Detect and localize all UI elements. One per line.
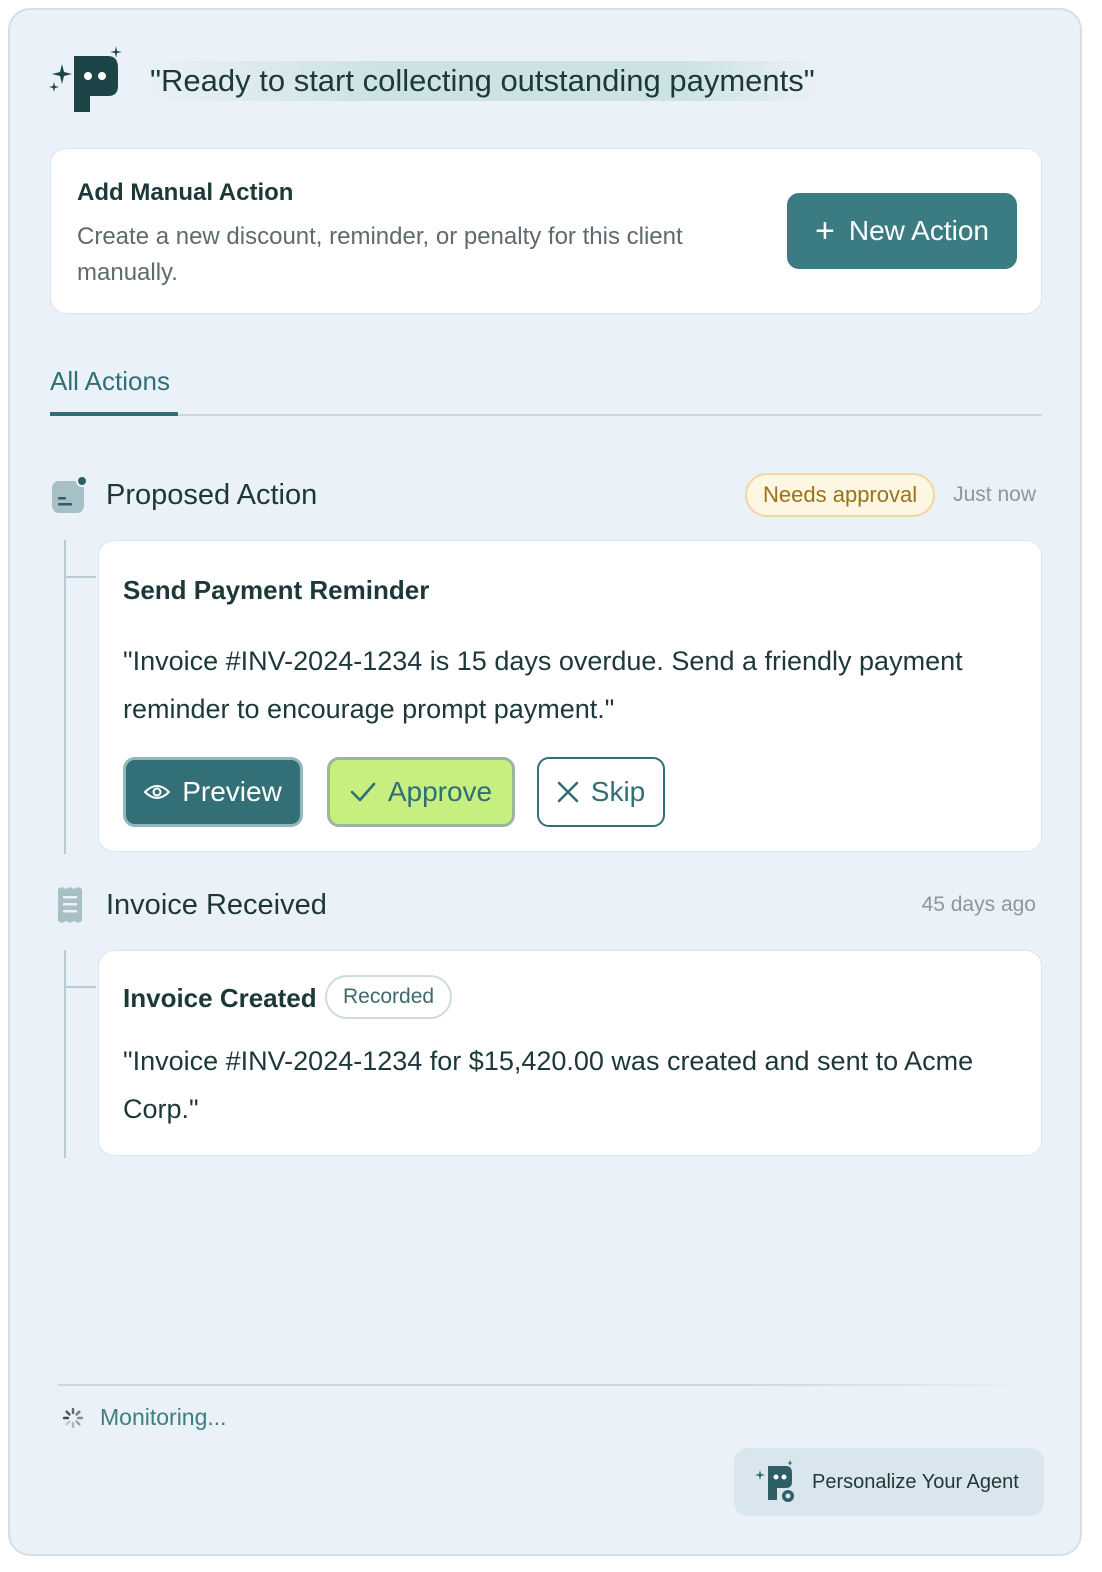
tab-all-actions[interactable]: All Actions	[50, 356, 178, 416]
proposed-action-card: Send Payment Reminder "Invoice #INV-2024…	[98, 540, 1042, 852]
plus-icon: +	[815, 212, 835, 250]
invoice-received-title: Invoice Received	[106, 888, 327, 921]
manual-action-title: Add Manual Action	[77, 179, 294, 206]
approve-label: Approve	[387, 776, 493, 807]
approve-button[interactable]: Approve	[327, 757, 515, 827]
tab-bar: All Actions	[50, 356, 1042, 416]
preview-label: Preview	[182, 776, 282, 807]
proposed-card-title: Send Payment Reminder	[123, 575, 430, 605]
proposed-card-text: "Invoice #INV-2024-1234 is 15 days overd…	[123, 646, 963, 724]
manual-action-description: Create a new discount, reminder, or pena…	[77, 223, 683, 286]
personalize-agent-button[interactable]: Personalize Your Agent	[734, 1448, 1044, 1516]
timeline-branch	[64, 576, 96, 578]
proposed-action-title: Proposed Action	[106, 478, 318, 511]
receipt-icon	[50, 885, 90, 925]
skip-button[interactable]: Skip	[537, 757, 665, 827]
close-icon	[557, 781, 579, 803]
panel-header: "Ready to start collecting outstanding p…	[48, 46, 819, 116]
footer-divider	[58, 1384, 1042, 1386]
new-action-button[interactable]: + New Action	[787, 193, 1017, 269]
monitoring-status: Monitoring...	[62, 1404, 227, 1431]
eye-icon	[144, 785, 171, 799]
page-title: "Ready to start collecting outstanding p…	[146, 61, 819, 101]
invoice-card-title: Invoice Created	[123, 983, 317, 1013]
proposed-action-header: Proposed Action Needs approval Just now	[50, 470, 1042, 520]
timeline-connector	[64, 950, 66, 1158]
check-icon	[350, 782, 376, 802]
manual-action-card: Add Manual Action Create a new discount,…	[50, 148, 1042, 314]
timeline-connector	[64, 540, 66, 854]
new-action-label: New Action	[848, 215, 989, 246]
agent-settings-icon	[755, 1460, 796, 1504]
monitoring-label: Monitoring...	[100, 1404, 227, 1430]
proposed-action-time: Just now	[953, 483, 1036, 506]
invoice-card-text: "Invoice #INV-2024-1234 for $15,420.00 w…	[123, 1046, 974, 1124]
invoice-created-card: Invoice Created Recorded "Invoice #INV-2…	[98, 950, 1042, 1156]
proposed-action-icon	[50, 475, 90, 515]
recorded-badge: Recorded	[325, 975, 453, 1019]
spinner-icon	[62, 1407, 84, 1428]
preview-button[interactable]: Preview	[123, 757, 303, 827]
agent-logo-icon	[49, 46, 122, 112]
personalize-agent-label: Personalize Your Agent	[812, 1470, 1019, 1493]
agent-panel: "Ready to start collecting outstanding p…	[8, 8, 1082, 1556]
needs-approval-badge: Needs approval	[745, 473, 936, 517]
timeline-branch	[64, 986, 96, 988]
skip-label: Skip	[590, 776, 646, 807]
invoice-received-time: 45 days ago	[921, 893, 1036, 916]
invoice-received-header: Invoice Received 45 days ago	[50, 880, 1042, 930]
